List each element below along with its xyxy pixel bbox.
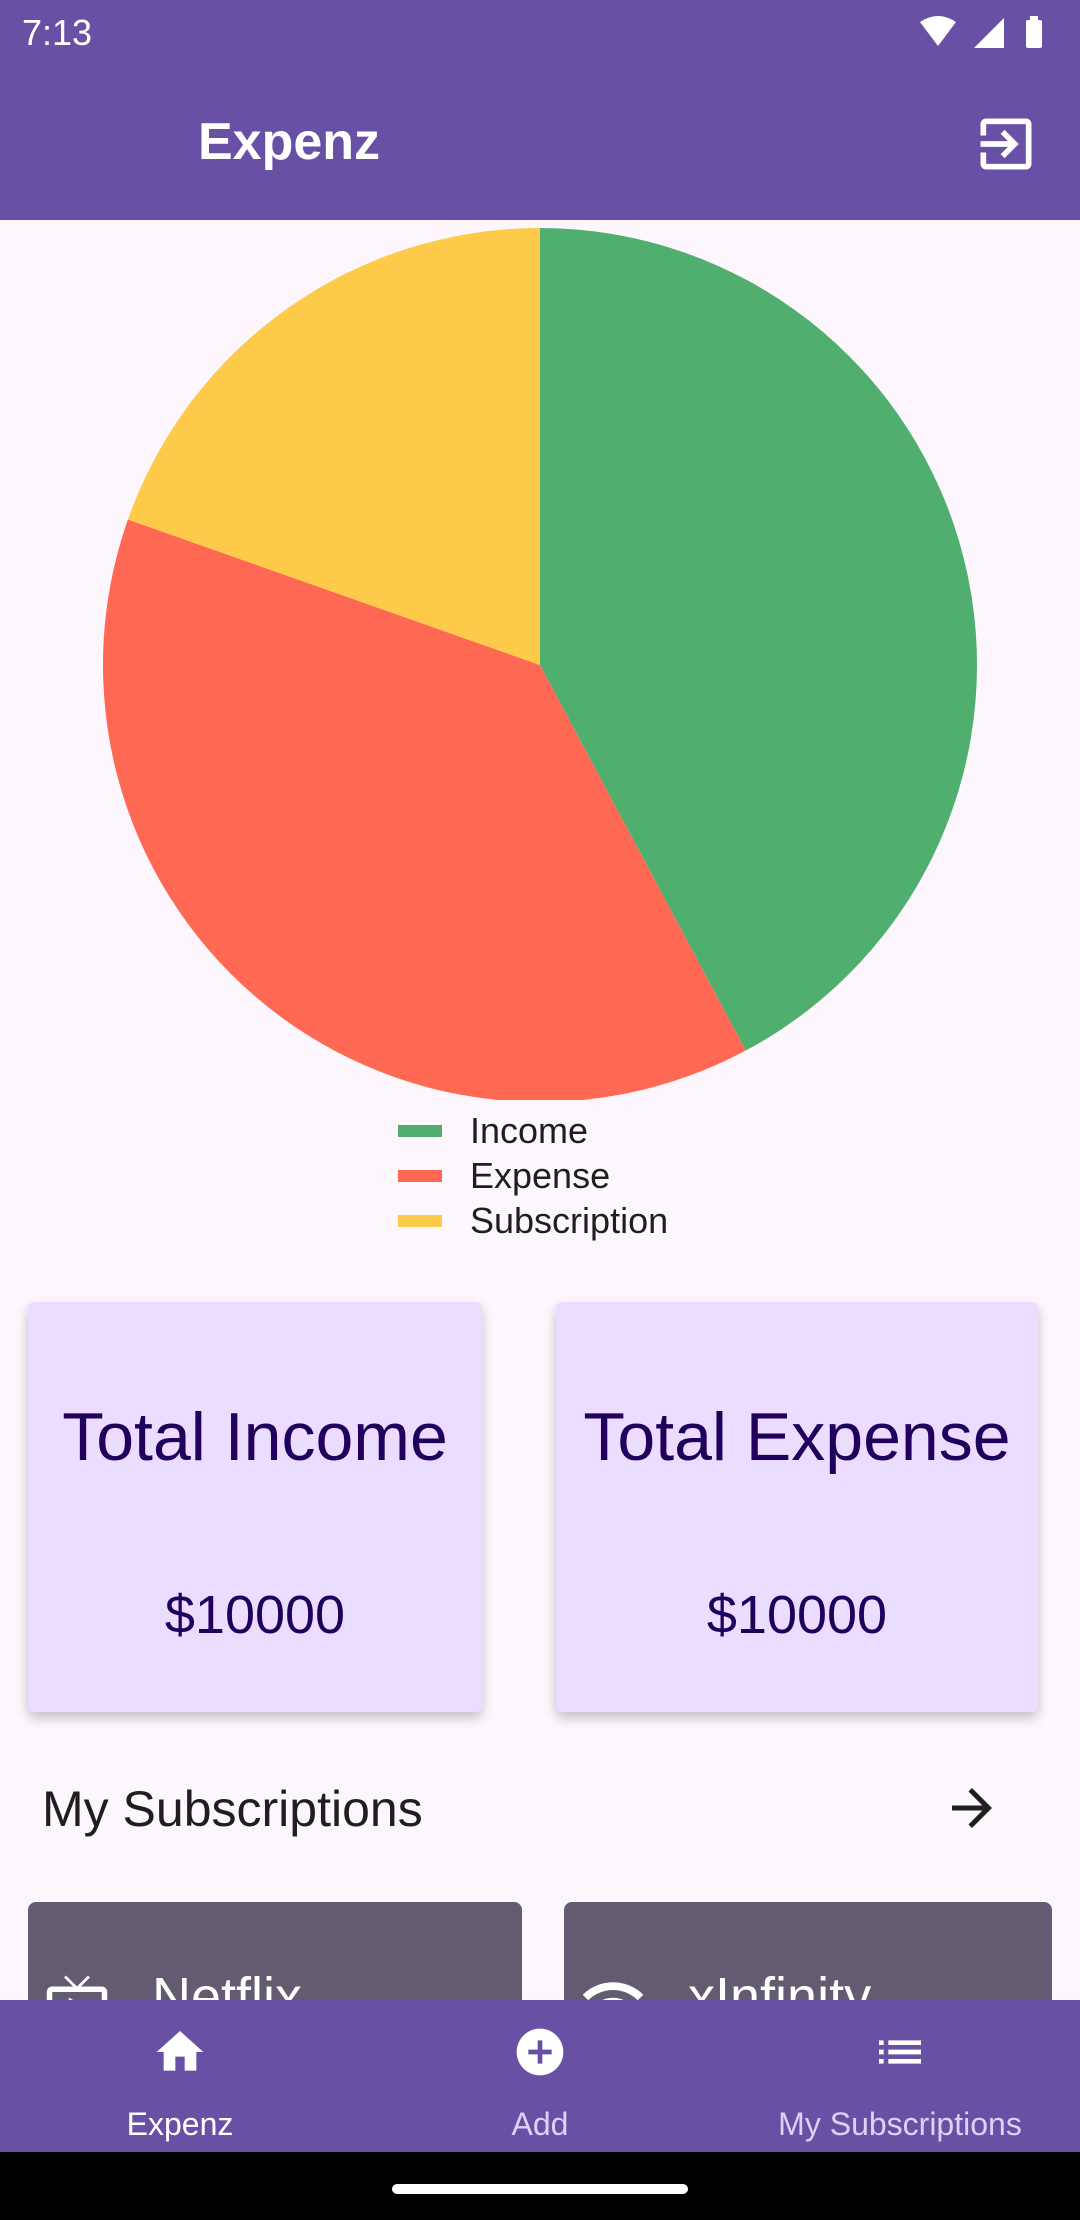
list-icon: [879, 2040, 921, 2064]
home-icon: [156, 2031, 204, 2071]
legend-label: Expense: [470, 1154, 611, 1196]
total-income-value: $10000: [164, 1585, 346, 1645]
wifi-icon: [920, 16, 956, 46]
nav-item-my-subscriptions[interactable]: My Subscriptions: [720, 2000, 1080, 2152]
nav-label-expenz: Expenz: [126, 2106, 234, 2142]
battery-icon: [1026, 16, 1042, 48]
nav-label-my-subscriptions: My Subscriptions: [778, 2106, 1022, 2142]
legend-swatch: [398, 1214, 442, 1227]
signal-icon: [974, 18, 1004, 48]
nav-item-expenz[interactable]: Expenz: [0, 2000, 360, 2152]
nav-label-add: Add: [511, 2106, 569, 2142]
status-bar: 7:13: [0, 0, 1080, 68]
total-expense-title: Total Expense: [583, 1399, 1011, 1475]
add-circle-icon: [516, 2028, 564, 2076]
total-expense-card[interactable]: Total Expense $10000: [556, 1302, 1038, 1712]
legend-swatch: [398, 1124, 442, 1137]
subscriptions-heading: My Subscriptions: [42, 1781, 423, 1837]
gesture-handle[interactable]: [392, 2184, 688, 2194]
pie-chart-svg: [103, 228, 977, 1100]
nav-item-add[interactable]: Add: [360, 2000, 720, 2152]
chart-legend: Income Expense Subscription: [398, 1108, 668, 1243]
pie-chart: Income Expense Subscription: [0, 220, 1080, 1270]
total-expense-value: $10000: [706, 1585, 888, 1645]
app-title: Expenz: [198, 113, 381, 171]
legend-item-income: Income: [398, 1108, 668, 1153]
logout-icon[interactable]: [972, 110, 1040, 178]
legend-item-expense: Expense: [398, 1153, 668, 1198]
total-income-card[interactable]: Total Income $10000: [28, 1302, 482, 1712]
arrow-forward-icon[interactable]: [942, 1778, 1002, 1838]
total-income-title: Total Income: [62, 1399, 448, 1475]
app-bar: Expenz: [0, 68, 1080, 220]
legend-label: Subscription: [470, 1199, 669, 1241]
legend-item-subscription: Subscription: [398, 1198, 668, 1243]
status-time: 7:13: [22, 12, 93, 53]
legend-label: Income: [470, 1109, 589, 1151]
legend-swatch: [398, 1169, 442, 1182]
status-icons: [920, 16, 1042, 48]
bottom-navigation: Expenz Add My Subscriptions: [0, 2000, 1080, 2152]
